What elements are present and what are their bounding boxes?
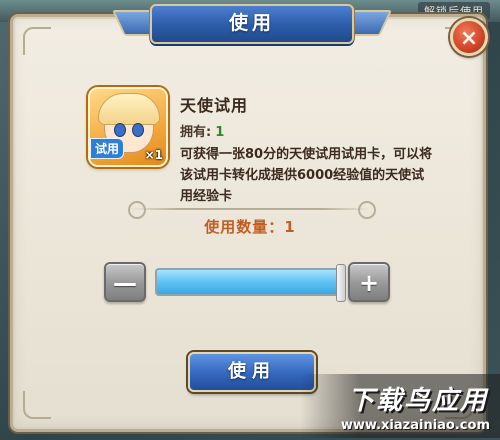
decrease-button[interactable]: — bbox=[104, 262, 146, 302]
portrait-eye-right bbox=[132, 123, 144, 137]
minus-icon: — bbox=[113, 269, 137, 297]
watermark-title: 下载鸟应用 bbox=[347, 386, 488, 416]
divider bbox=[130, 208, 370, 210]
item-name: 天使试用 bbox=[180, 96, 249, 115]
owned-value: 1 bbox=[215, 125, 225, 140]
slider-handle[interactable] bbox=[336, 264, 346, 302]
plus-icon: + bbox=[358, 269, 380, 297]
dialog-title: 使用 bbox=[150, 4, 354, 44]
portrait-eye-left bbox=[114, 123, 126, 137]
increase-button[interactable]: + bbox=[348, 262, 390, 302]
angel-portrait-icon: 试用 ×1 bbox=[88, 87, 168, 167]
use-quantity-label: 使用数量：1 bbox=[204, 218, 296, 236]
watermark-url: www.xiazainiao.com bbox=[340, 418, 490, 433]
owned-count: 拥有: 1 bbox=[180, 121, 224, 140]
corner-ornament bbox=[23, 27, 51, 55]
item-description: 可获得一张80分的天使试用试用卡，可以将该试用卡转化成提供6000经验值的天使试… bbox=[180, 147, 433, 204]
use-button[interactable]: 使用 bbox=[188, 352, 316, 392]
close-button[interactable]: × bbox=[450, 18, 488, 56]
portrait-hair bbox=[98, 93, 160, 125]
quantity-slider[interactable] bbox=[155, 268, 340, 296]
slider-fill bbox=[157, 270, 338, 294]
trial-tag: 试用 bbox=[90, 138, 125, 159]
corner-ornament bbox=[23, 391, 51, 419]
icon-quantity: ×1 bbox=[144, 148, 163, 162]
owned-label: 拥有: bbox=[180, 125, 212, 140]
close-icon: × bbox=[459, 26, 479, 51]
